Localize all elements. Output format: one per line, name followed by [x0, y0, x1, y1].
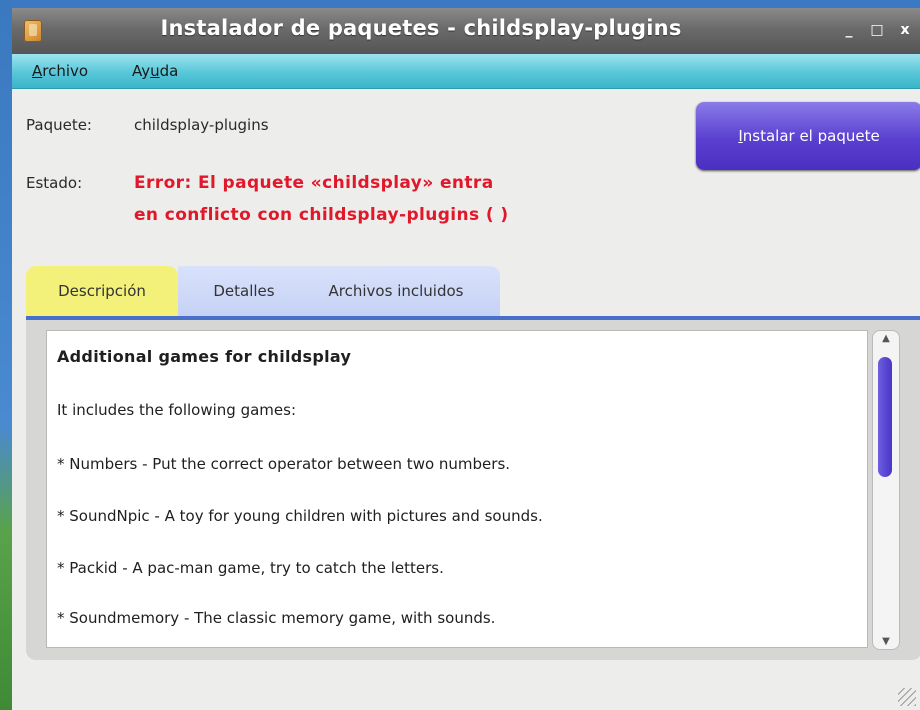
status-error-line1: Error: El paquete «childsplay» entra [134, 173, 494, 193]
menu-archivo-label: rchivo [42, 62, 89, 80]
tab-descripcion[interactable]: Descripción [26, 266, 178, 316]
vertical-scrollbar[interactable]: ▲ ▼ [872, 330, 900, 650]
tab-archivos-incluidos[interactable]: Archivos incluidos [298, 266, 494, 316]
description-heading: Additional games for childsplay [57, 347, 352, 366]
status-error-line2: en conflicto con childsplay-plugins ( ) [134, 205, 509, 225]
scroll-down-arrow-icon[interactable]: ▼ [873, 636, 899, 647]
desktop-background-left [0, 0, 12, 710]
maximize-button[interactable]: □ [870, 22, 884, 38]
menu-ayuda-mnemonic: u [150, 62, 160, 80]
menu-ayuda-label-end: da [159, 62, 179, 80]
minimize-button[interactable]: _ [842, 22, 856, 38]
menu-ayuda-label-start: Ay [132, 62, 151, 80]
description-intro: It includes the following games: [57, 401, 297, 419]
menu-archivo[interactable]: Archivo [32, 62, 88, 80]
menu-ayuda[interactable]: Ayuda [132, 62, 178, 80]
scrollbar-thumb[interactable] [878, 357, 892, 477]
close-button[interactable]: x [898, 22, 912, 38]
description-item: * Packid - A pac-man game, try to catch … [57, 559, 444, 577]
package-installer-window: Instalador de paquetes - childsplay-plug… [12, 8, 920, 710]
status-label: Estado: [26, 174, 83, 192]
install-button-label: nstalar el paquete [742, 127, 880, 145]
description-item: * SoundNpic - A toy for young children w… [57, 507, 543, 525]
description-item: * Soundmemory - The classic memory game,… [57, 609, 496, 627]
package-label: Paquete: [26, 116, 92, 134]
tab-detalles[interactable]: Detalles [194, 266, 294, 316]
package-name: childsplay-plugins [134, 116, 269, 134]
window-controls: _ □ x [842, 22, 912, 38]
menu-archivo-mnemonic: A [32, 62, 43, 80]
description-text-area[interactable]: Additional games for childsplay It inclu… [46, 330, 868, 648]
scroll-up-arrow-icon[interactable]: ▲ [873, 333, 899, 344]
resize-grip-icon[interactable] [898, 688, 916, 706]
title-bar[interactable]: Instalador de paquetes - childsplay-plug… [12, 8, 920, 54]
install-package-button[interactable]: Instalar el paquete [696, 102, 920, 170]
window-title: Instalador de paquetes - childsplay-plug… [160, 16, 682, 40]
description-item: * Numbers - Put the correct operator bet… [57, 455, 511, 473]
menu-bar: Archivo Ayuda [12, 54, 920, 89]
